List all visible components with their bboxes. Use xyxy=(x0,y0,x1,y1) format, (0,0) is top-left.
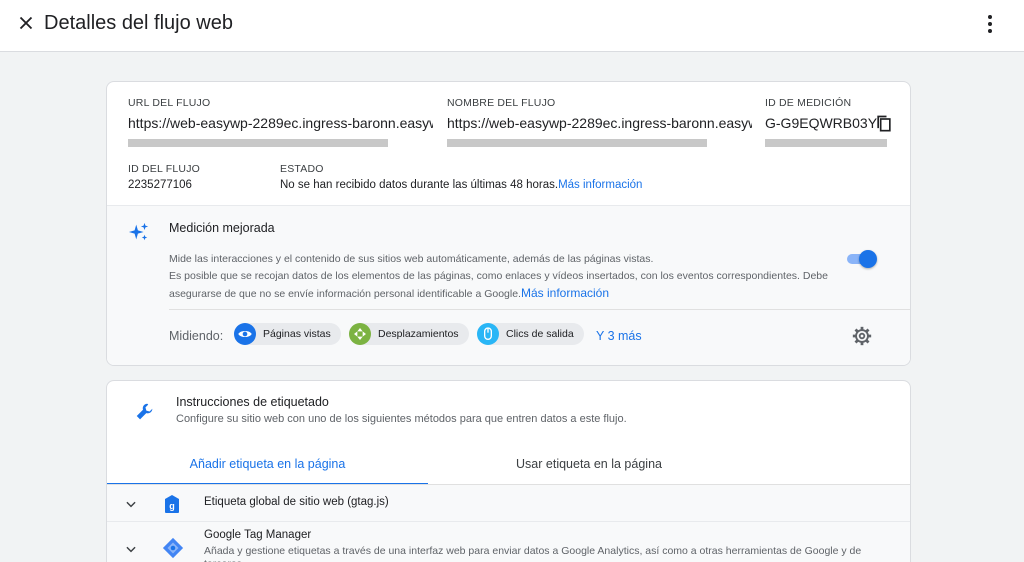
chip-outbound-clicks[interactable]: Clics de salida xyxy=(477,323,584,345)
toggle-knob xyxy=(859,250,877,268)
stream-details-card: URL DEL FLUJO https://web-easywp-2289ec.… xyxy=(106,81,911,366)
tagging-instructions-card: Instrucciones de etiquetado Configure su… xyxy=(106,380,911,562)
enhanced-measurement-description: Mide las interacciones y el contenido de… xyxy=(169,251,849,303)
close-icon[interactable] xyxy=(15,12,37,34)
more-events-link[interactable]: Y 3 más xyxy=(596,329,642,343)
scroll-icon xyxy=(349,323,371,345)
page-title: Detalles del flujo web xyxy=(44,12,233,34)
accordion-description: Añada y gestione etiquetas a través de u… xyxy=(204,545,862,562)
description-line-2: Es posible que se recojan datos de los e… xyxy=(169,268,849,303)
redaction-bar xyxy=(447,139,707,147)
enhanced-measurement-title: Medición mejorada xyxy=(169,221,275,235)
enhanced-measurement-section: Medición mejorada Mide las interacciones… xyxy=(107,205,910,365)
url-value: https://web-easywp-2289ec.ingress-baronn… xyxy=(128,115,433,131)
stream-name-value: https://web-easywp-2289ec.ingress-baronn… xyxy=(447,115,752,131)
tagging-title: Instrucciones de etiquetado xyxy=(176,395,329,409)
divider xyxy=(169,309,910,310)
more-vert-icon[interactable] xyxy=(978,12,1002,36)
gear-icon[interactable] xyxy=(851,325,873,347)
chip-label: Desplazamientos xyxy=(378,328,459,340)
status-text: No se han recibido datos durante las últ… xyxy=(280,179,642,191)
status-more-info-link[interactable]: Más información xyxy=(558,179,642,191)
redaction-bar xyxy=(765,139,887,147)
stream-name-label: NOMBRE DEL FLUJO xyxy=(447,97,556,109)
status-value: No se han recibido datos durante las últ… xyxy=(280,179,559,191)
stream-id-label: ID DEL FLUJO xyxy=(128,163,201,175)
sparkle-icon xyxy=(128,222,149,241)
redaction-bar xyxy=(128,139,388,147)
stream-id-value: 2235277106 xyxy=(128,179,192,191)
url-label: URL DEL FLUJO xyxy=(128,97,211,109)
accordion-item-gtag[interactable]: g Etiqueta global de sitio web (gtag.js) xyxy=(107,485,910,522)
wrench-icon xyxy=(136,403,153,420)
chip-scrolls[interactable]: Desplazamientos xyxy=(349,323,469,345)
chip-page-views[interactable]: Páginas vistas xyxy=(234,323,341,345)
chip-label: Páginas vistas xyxy=(263,328,331,340)
measuring-label: Midiendo: xyxy=(169,329,224,343)
description-line-2-text: Es posible que se recojan datos de los e… xyxy=(169,270,828,300)
eye-icon xyxy=(234,323,256,345)
copy-icon[interactable] xyxy=(874,114,894,134)
measurement-id-value: G-G9EQWRB03Y xyxy=(765,115,878,131)
tab-add-tag[interactable]: Añadir etiqueta en la página xyxy=(107,449,428,485)
accordion-title: Etiqueta global de sitio web (gtag.js) xyxy=(204,496,389,508)
mouse-icon xyxy=(477,323,499,345)
accordion-title: Google Tag Manager xyxy=(204,529,312,541)
enhanced-more-info-link[interactable]: Más información xyxy=(521,286,609,300)
tag-manager-icon xyxy=(162,537,184,559)
tagging-subtitle: Configure su sitio web con uno de los si… xyxy=(176,413,627,425)
accordion-item-gtm[interactable]: Google Tag Manager Añada y gestione etiq… xyxy=(107,522,910,562)
enhanced-measurement-toggle[interactable] xyxy=(845,250,877,268)
top-bar: Detalles del flujo web xyxy=(0,0,1024,52)
tab-use-tag[interactable]: Usar etiqueta en la página xyxy=(428,449,750,485)
measurement-id-label: ID DE MEDICIÓN xyxy=(765,97,852,109)
svg-text:g: g xyxy=(169,501,175,511)
chevron-down-icon[interactable] xyxy=(124,497,138,511)
gtag-icon: g xyxy=(165,495,179,513)
chevron-down-icon[interactable] xyxy=(124,542,138,556)
description-line-1: Mide las interacciones y el contenido de… xyxy=(169,253,654,265)
chip-label: Clics de salida xyxy=(506,328,574,340)
status-label: ESTADO xyxy=(280,163,324,175)
